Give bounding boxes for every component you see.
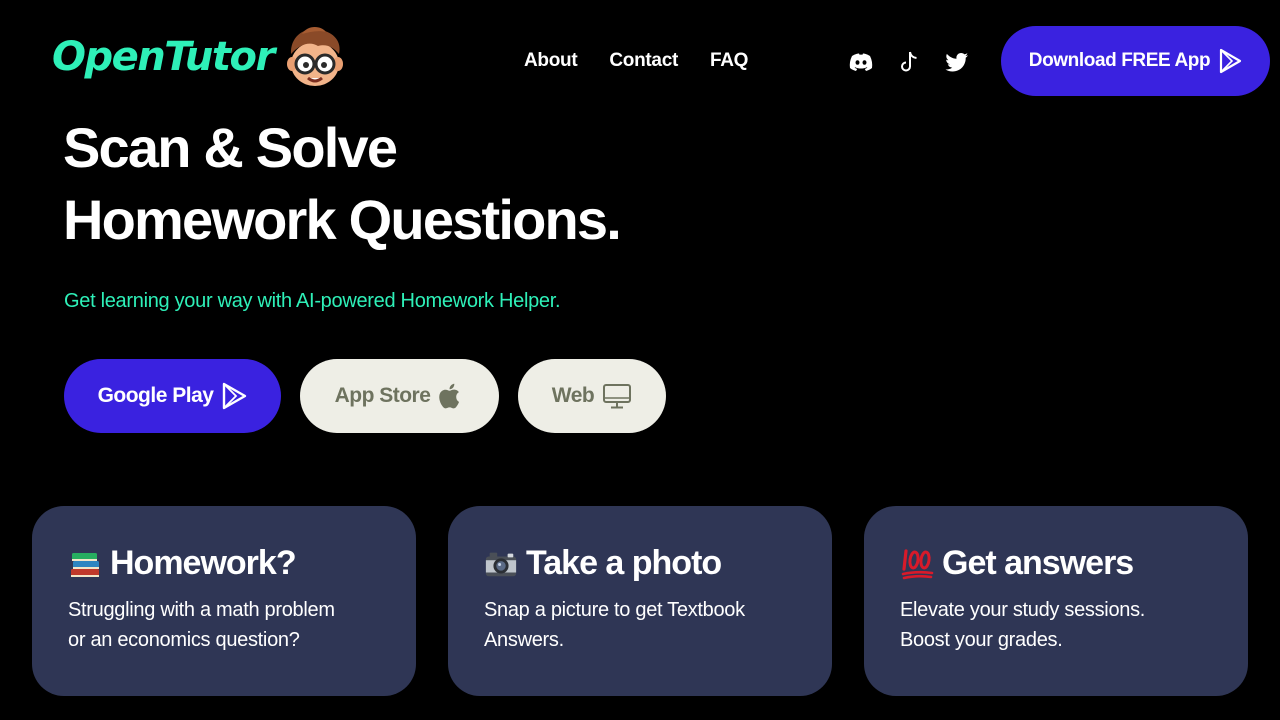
- card-text-line: Elevate your study sessions.: [900, 599, 1146, 621]
- card-text-line: Boost your grades.: [900, 629, 1063, 651]
- store-buttons: Google Play App Store Web: [64, 359, 666, 433]
- camera-icon: [485, 552, 517, 576]
- feature-card-homework: Homework? Struggling with a math problem…: [32, 506, 416, 696]
- apple-icon: [439, 383, 460, 409]
- card-text-line: or an economics question?: [68, 629, 300, 651]
- nav-about-link[interactable]: About: [524, 50, 578, 72]
- card-description: Snap a picture to get Textbook Answers.: [484, 595, 796, 655]
- hero-title-line1: Scan & Solve: [63, 116, 398, 179]
- app-store-label: App Store: [334, 384, 431, 407]
- feature-card-photo: Take a photo Snap a picture to get Textb…: [448, 506, 832, 696]
- tiktok-icon[interactable]: [895, 48, 923, 76]
- web-label: Web: [551, 384, 595, 407]
- brand-name: OpenTutor: [52, 34, 275, 80]
- card-title: Get answers: [942, 544, 1134, 582]
- mascot-icon: [286, 27, 343, 86]
- card-text-line: Answers.: [484, 629, 564, 651]
- card-title: Homework?: [110, 544, 297, 582]
- play-triangle-icon: [1220, 48, 1242, 74]
- download-app-label: Download FREE App: [1028, 50, 1211, 71]
- hero-title: Scan & Solve Homework Questions.: [63, 112, 622, 256]
- landing-page: OpenTutor About Contact FAQ Download FRE…: [0, 0, 1280, 720]
- card-title: Take a photo: [526, 544, 722, 582]
- books-icon: [71, 552, 99, 577]
- nav-faq-link[interactable]: FAQ: [710, 50, 748, 72]
- nav-contact-link[interactable]: Contact: [609, 50, 678, 72]
- discord-icon[interactable]: [847, 48, 875, 76]
- card-description: Struggling with a math problem or an eco…: [68, 595, 380, 655]
- feature-card-answers: Get answers Elevate your study sessions.…: [864, 506, 1248, 696]
- twitter-icon[interactable]: [943, 48, 971, 76]
- hero-subtitle: Get learning your way with AI-powered Ho…: [64, 290, 561, 312]
- play-triangle-icon: [223, 382, 247, 410]
- download-app-button[interactable]: Download FREE App: [1001, 26, 1270, 96]
- monitor-icon: [603, 384, 632, 409]
- card-text-line: Struggling with a math problem: [68, 599, 335, 621]
- google-play-label: Google Play: [97, 384, 214, 407]
- brand-logo[interactable]: OpenTutor: [52, 24, 348, 90]
- app-store-button[interactable]: App Store: [300, 359, 499, 433]
- social-links: [847, 48, 971, 76]
- hundred-points-icon: [901, 548, 934, 579]
- card-text-line: Snap a picture to get Textbook: [484, 599, 745, 621]
- google-play-button[interactable]: Google Play: [64, 359, 281, 433]
- card-description: Elevate your study sessions. Boost your …: [900, 595, 1212, 655]
- hero-title-line2: Homework Questions.: [63, 188, 622, 251]
- web-button[interactable]: Web: [518, 359, 666, 433]
- main-nav: About Contact FAQ: [524, 50, 748, 72]
